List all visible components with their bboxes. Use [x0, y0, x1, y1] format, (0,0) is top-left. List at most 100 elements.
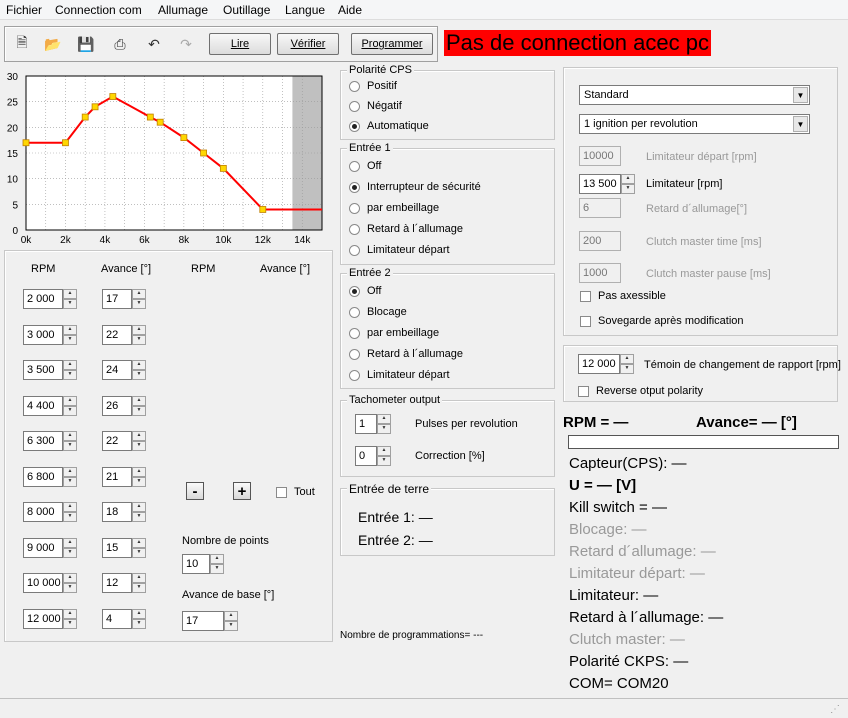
input2-radio[interactable]	[349, 348, 360, 360]
rpm-value[interactable]: 10 000	[23, 573, 63, 593]
advance-stepper[interactable]: 24 ▲ ▼	[102, 360, 146, 380]
rpm-value[interactable]: 8 000	[23, 502, 63, 522]
advance-stepper[interactable]: 21 ▲ ▼	[102, 466, 146, 487]
menu-langue[interactable]: Langue	[285, 3, 325, 17]
rpm-value[interactable]: 2 000	[23, 289, 63, 309]
rpm-value[interactable]: 12 000	[23, 608, 63, 629]
save-after-checkbox[interactable]: Sovegarde après modification	[580, 315, 744, 327]
advance-stepper[interactable]: 26 ▲ ▼	[102, 395, 146, 416]
advance-value[interactable]: 24	[102, 360, 132, 380]
correction-value[interactable]: 0	[355, 446, 377, 466]
not-accessible-box[interactable]	[580, 290, 591, 302]
advance-value[interactable]: 21	[102, 466, 132, 487]
advance-value[interactable]: 22	[102, 324, 132, 345]
rpm-value[interactable]: 6 800	[23, 466, 63, 487]
add-point-button[interactable]: +	[233, 482, 251, 500]
rpm-stepper[interactable]: 3 000 ▲ ▼	[23, 324, 77, 345]
print-icon[interactable]: ⎙	[109, 33, 131, 55]
advance-value[interactable]: 26	[102, 395, 132, 416]
rpm-value[interactable]: 9 000	[23, 537, 63, 558]
input1-radio[interactable]	[349, 202, 360, 214]
ignition-select[interactable]: 1 ignition per revolution ▼	[579, 114, 810, 134]
input1-radio[interactable]	[349, 244, 360, 256]
clutch-time-field[interactable]: 200	[579, 231, 621, 251]
advance-value[interactable]: 15	[102, 537, 132, 558]
polarity-option[interactable]: Automatique	[349, 120, 429, 132]
open-folder-icon[interactable]: 📂	[42, 33, 64, 55]
input2-radio[interactable]	[349, 369, 360, 381]
rpm-stepper[interactable]: 9 000 ▲ ▼	[23, 537, 77, 558]
input1-radio[interactable]	[349, 160, 360, 172]
not-accessible-checkbox[interactable]: Pas axessible	[580, 290, 666, 302]
rpm-stepper[interactable]: 10 000 ▲ ▼	[23, 573, 77, 593]
input2-option[interactable]: Retard à l´allumage	[349, 348, 463, 360]
rpm-value[interactable]: 6 300	[23, 431, 63, 451]
menu-fichier[interactable]: Fichier	[6, 3, 42, 17]
program-button[interactable]: Programmer	[351, 33, 433, 55]
rpm-stepper[interactable]: 8 000 ▲ ▼	[23, 502, 77, 522]
input1-radio[interactable]	[349, 181, 360, 193]
reverse-polarity-box[interactable]	[578, 385, 589, 397]
advance-value[interactable]: 4	[102, 608, 132, 629]
retard-field[interactable]: 6	[579, 198, 621, 218]
polarity-radio[interactable]	[349, 120, 360, 132]
input2-option[interactable]: Blocage	[349, 306, 407, 318]
base-advance-value[interactable]: 17	[182, 611, 224, 631]
rpm-stepper[interactable]: 2 000 ▲ ▼	[23, 289, 77, 309]
read-button[interactable]: Lire	[209, 33, 271, 55]
menu-connection[interactable]: Connection com	[55, 3, 142, 17]
menu-aide[interactable]: Aide	[338, 3, 362, 17]
menu-outillage[interactable]: Outillage	[223, 3, 270, 17]
rpm-value[interactable]: 3 000	[23, 324, 63, 345]
save-icon[interactable]: 💾	[75, 33, 97, 55]
reverse-polarity-checkbox[interactable]: Reverse otput polarity	[578, 385, 703, 397]
input2-option[interactable]: Off	[349, 285, 381, 297]
correction-stepper[interactable]: 0 ▲ ▼	[355, 446, 391, 466]
advance-stepper[interactable]: 22 ▲ ▼	[102, 431, 146, 451]
advance-stepper[interactable]: 22 ▲ ▼	[102, 324, 146, 345]
chevron-down-icon[interactable]: ▼	[793, 87, 808, 103]
all-checkbox[interactable]: Tout	[276, 486, 315, 498]
advance-stepper[interactable]: 17 ▲ ▼	[102, 289, 146, 309]
polarity-option[interactable]: Négatif	[349, 100, 402, 112]
input2-radio[interactable]	[349, 285, 360, 297]
input2-radio[interactable]	[349, 306, 360, 318]
input2-radio[interactable]	[349, 327, 360, 339]
points-stepper[interactable]: 10 ▲ ▼	[182, 554, 224, 574]
input1-radio[interactable]	[349, 223, 360, 235]
polarity-radio[interactable]	[349, 100, 360, 112]
advance-stepper[interactable]: 12 ▲ ▼	[102, 573, 146, 593]
redo-icon[interactable]: ↷	[175, 33, 197, 55]
advance-value[interactable]: 22	[102, 431, 132, 451]
advance-stepper[interactable]: 15 ▲ ▼	[102, 537, 146, 558]
mode-select[interactable]: Standard ▼	[579, 85, 810, 105]
rpm-stepper[interactable]: 4 400 ▲ ▼	[23, 395, 77, 416]
advance-value[interactable]: 17	[102, 289, 132, 309]
base-advance-stepper[interactable]: 17 ▲ ▼	[182, 611, 238, 631]
polarity-option[interactable]: Positif	[349, 80, 397, 92]
rpm-value[interactable]: 4 400	[23, 395, 63, 416]
input1-option[interactable]: par embeillage	[349, 202, 439, 214]
pulses-stepper[interactable]: 1 ▲ ▼	[355, 414, 391, 434]
input1-option[interactable]: Limitateur départ	[349, 244, 450, 256]
all-checkbox-box[interactable]	[276, 486, 287, 498]
undo-icon[interactable]: ↶	[143, 33, 165, 55]
advance-stepper[interactable]: 4 ▲ ▼	[102, 608, 146, 629]
rpm-stepper[interactable]: 3 500 ▲ ▼	[23, 360, 77, 380]
start-limit-field[interactable]: 10000	[579, 146, 621, 166]
new-file-icon[interactable]: 🗎	[11, 33, 33, 55]
rpm-stepper[interactable]: 12 000 ▲ ▼	[23, 608, 77, 629]
remove-point-button[interactable]: -	[186, 482, 204, 500]
advance-stepper[interactable]: 18 ▲ ▼	[102, 502, 146, 522]
input1-option[interactable]: Retard à l´allumage	[349, 223, 463, 235]
chevron-down-icon[interactable]: ▼	[793, 116, 808, 132]
clutch-pause-field[interactable]: 1000	[579, 263, 621, 283]
input2-option[interactable]: par embeillage	[349, 327, 439, 339]
rpm-stepper[interactable]: 6 800 ▲ ▼	[23, 466, 77, 487]
input1-option[interactable]: Interrupteur de sécurité	[349, 181, 481, 193]
save-after-box[interactable]	[580, 315, 591, 327]
points-value[interactable]: 10	[182, 554, 210, 574]
verify-button[interactable]: Vérifier	[277, 33, 339, 55]
shift-value[interactable]: 12 000	[578, 354, 620, 374]
shift-stepper[interactable]: 12 000 ▲ ▼	[578, 354, 634, 374]
